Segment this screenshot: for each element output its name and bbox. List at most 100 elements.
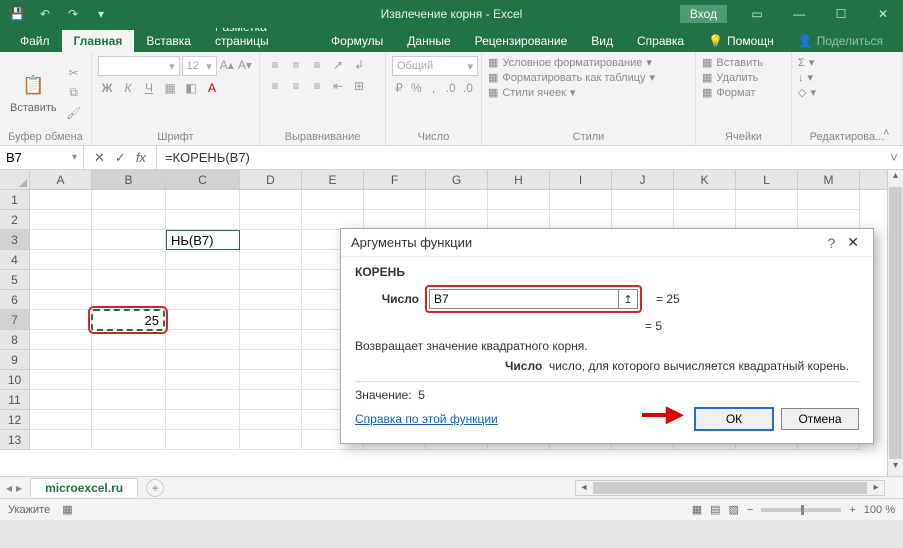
tab-file[interactable]: Файл	[8, 30, 62, 52]
orientation-icon[interactable]: ↗	[329, 56, 347, 74]
merge-icon[interactable]: ⊞	[350, 77, 368, 95]
zoom-in-icon[interactable]: +	[849, 504, 855, 516]
share-button[interactable]: 👤Поделиться	[786, 30, 895, 52]
cut-icon[interactable]: ✂	[65, 64, 83, 82]
comma-icon[interactable]: ,	[426, 79, 440, 97]
col-header-J[interactable]: J	[612, 170, 674, 189]
tab-data[interactable]: Данные	[395, 30, 462, 52]
login-button[interactable]: Вход	[680, 5, 727, 23]
tab-formulas[interactable]: Формулы	[319, 30, 395, 52]
view-normal-icon[interactable]: ▦	[692, 503, 702, 516]
currency-icon[interactable]: ₽	[392, 79, 406, 97]
minimize-icon[interactable]: —	[779, 0, 819, 28]
col-header-M[interactable]: M	[798, 170, 860, 189]
macro-record-icon[interactable]: ▦	[62, 503, 72, 516]
maximize-icon[interactable]: ☐	[821, 0, 861, 28]
row-header-1[interactable]: 1	[0, 190, 29, 210]
fx-icon[interactable]: fx	[136, 150, 146, 165]
fill[interactable]: ↓▾	[798, 71, 896, 84]
row-header-2[interactable]: 2	[0, 210, 29, 230]
indent-dec-icon[interactable]: ⇤	[329, 77, 347, 95]
col-header-F[interactable]: F	[364, 170, 426, 189]
expand-formula-bar-icon[interactable]: ˅	[885, 150, 903, 165]
formula-input[interactable]: =КОРЕНЬ(B7)	[157, 150, 885, 165]
collapse-ribbon-icon[interactable]: ˄	[883, 127, 899, 143]
insert-cells[interactable]: ▦Вставить	[702, 56, 785, 69]
tab-insert[interactable]: Вставка	[134, 30, 203, 52]
col-header-B[interactable]: B	[92, 170, 166, 189]
align-right-icon[interactable]: ≡	[308, 77, 326, 95]
row-header-7[interactable]: 7	[0, 310, 29, 330]
row-header-13[interactable]: 13	[0, 430, 29, 450]
tab-help[interactable]: Справка	[625, 30, 696, 52]
wrap-text-icon[interactable]: ↲	[350, 56, 368, 74]
zoom-slider[interactable]	[761, 508, 841, 512]
tab-home[interactable]: Главная	[62, 30, 135, 52]
delete-cells[interactable]: ▦Удалить	[702, 71, 785, 84]
arg-input[interactable]	[429, 289, 619, 309]
clear[interactable]: ◇▾	[798, 86, 896, 99]
undo-icon[interactable]: ↶	[34, 3, 56, 25]
dialog-help-icon[interactable]: ?	[819, 235, 843, 251]
align-left-icon[interactable]: ≡	[266, 77, 284, 95]
percent-icon[interactable]: %	[409, 79, 423, 97]
dec-decimal-icon[interactable]: .0	[461, 79, 475, 97]
function-help-link[interactable]: Справка по этой функции	[355, 412, 498, 426]
tell-me[interactable]: 💡Помощн	[696, 30, 786, 52]
row-header-5[interactable]: 5	[0, 270, 29, 290]
save-icon[interactable]: 💾	[6, 3, 28, 25]
cell-B7[interactable]: 25	[91, 309, 165, 331]
vertical-scrollbar[interactable]: ▴▾	[887, 170, 903, 476]
ribbon-options-icon[interactable]: ▭	[737, 0, 777, 28]
add-sheet-button[interactable]: +	[146, 479, 164, 497]
qat-customize-icon[interactable]: ▾	[90, 3, 112, 25]
font-family-select[interactable]: ▾	[98, 56, 180, 76]
dialog-close-icon[interactable]: ✕	[843, 234, 863, 251]
row-header-6[interactable]: 6	[0, 290, 29, 310]
col-header-D[interactable]: D	[240, 170, 302, 189]
cancel-formula-icon[interactable]: ✕	[94, 150, 105, 166]
cell-styles[interactable]: ▦Стили ячеек▾	[488, 86, 689, 99]
align-center-icon[interactable]: ≡	[287, 77, 305, 95]
paste-button[interactable]: 📋 Вставить	[6, 70, 61, 116]
col-header-L[interactable]: L	[736, 170, 798, 189]
select-all-corner[interactable]	[0, 170, 30, 190]
number-format-select[interactable]: Общий▾	[392, 56, 478, 76]
inc-decimal-icon[interactable]: .0	[444, 79, 458, 97]
sheet-nav-prev-icon[interactable]: ◂	[6, 481, 12, 495]
row-header-9[interactable]: 9	[0, 350, 29, 370]
format-painter-icon[interactable]: 🖌	[65, 104, 83, 122]
zoom-out-icon[interactable]: −	[747, 504, 753, 516]
tab-review[interactable]: Рецензирование	[463, 30, 580, 52]
align-bottom-icon[interactable]: ≡	[308, 56, 326, 74]
italic-button[interactable]: К	[119, 79, 137, 97]
col-header-H[interactable]: H	[488, 170, 550, 189]
cancel-button[interactable]: Отмена	[781, 408, 859, 430]
col-header-C[interactable]: C	[166, 170, 240, 189]
cell-C3[interactable]: НЬ(B7)	[166, 230, 240, 250]
enter-formula-icon[interactable]: ✓	[115, 150, 126, 166]
grow-font-icon[interactable]: A▴	[219, 56, 235, 74]
border-icon[interactable]: ▦	[161, 79, 179, 97]
col-header-G[interactable]: G	[426, 170, 488, 189]
col-header-A[interactable]: A	[30, 170, 92, 189]
copy-icon[interactable]: ⧉	[65, 84, 83, 102]
align-top-icon[interactable]: ≡	[266, 56, 284, 74]
name-box[interactable]: B7▾	[0, 146, 84, 169]
redo-icon[interactable]: ↷	[62, 3, 84, 25]
row-header-10[interactable]: 10	[0, 370, 29, 390]
view-pagebreak-icon[interactable]: ▧	[729, 503, 739, 516]
shrink-font-icon[interactable]: A▾	[237, 56, 253, 74]
underline-button[interactable]: Ч	[140, 79, 158, 97]
sheet-nav-next-icon[interactable]: ▸	[16, 481, 22, 495]
autosum[interactable]: Σ▾	[798, 56, 896, 69]
tab-view[interactable]: Вид	[579, 30, 625, 52]
format-as-table[interactable]: ▦Форматировать как таблицу▾	[488, 71, 689, 84]
view-layout-icon[interactable]: ▤	[710, 503, 720, 516]
col-header-I[interactable]: I	[550, 170, 612, 189]
conditional-formatting[interactable]: ▦Условное форматирование▾	[488, 56, 689, 69]
sheet-tab[interactable]: microexcel.ru	[30, 478, 138, 497]
align-middle-icon[interactable]: ≡	[287, 56, 305, 74]
range-select-icon[interactable]: ↥	[618, 289, 638, 309]
row-header-3[interactable]: 3	[0, 230, 29, 250]
